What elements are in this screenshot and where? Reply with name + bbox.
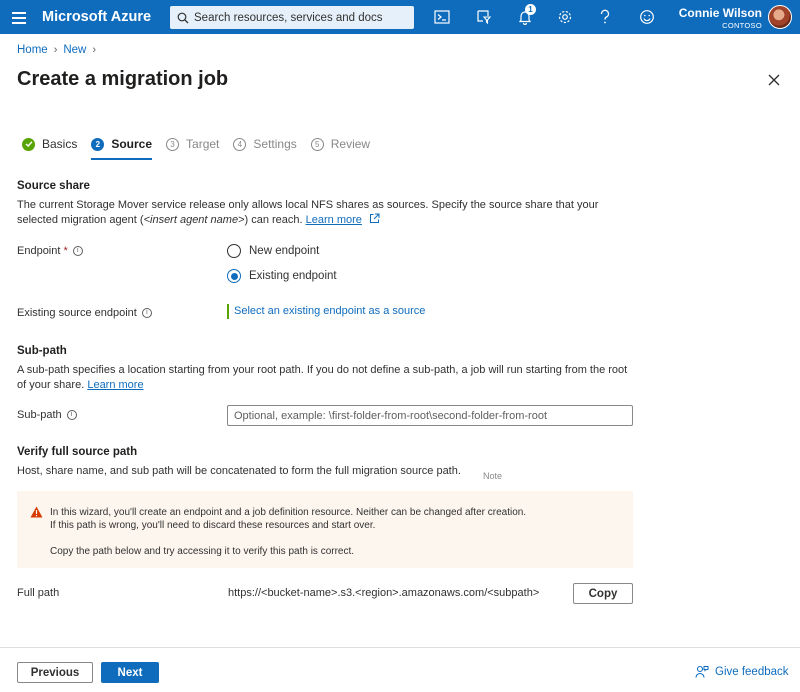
bell-icon[interactable]: 1 (515, 4, 536, 27)
select-existing-endpoint-link[interactable]: Select an existing endpoint as a source (227, 304, 425, 319)
step-number-badge: 4 (233, 137, 247, 151)
endpoint-label: Endpoint * i (17, 245, 83, 257)
tab-source-label: Source (111, 137, 153, 151)
close-icon[interactable] (766, 72, 782, 88)
breadcrumb: Home › New › (17, 44, 96, 56)
required-mark: * (63, 245, 68, 257)
note-label: Note (483, 471, 503, 481)
tab-basics[interactable]: Basics (22, 137, 77, 155)
learn-more-link[interactable]: Learn more (306, 214, 362, 226)
footer-bar: Previous Next Give feedback (0, 647, 800, 692)
full-path-label-text: Full path (17, 587, 60, 599)
full-path-value: https://<bucket-name>.s3.<region>.amazon… (228, 587, 540, 599)
agent-name-placeholder: <insert agent name> (143, 214, 245, 226)
existing-source-endpoint-text: Existing source endpoint (17, 307, 137, 319)
avatar[interactable] (768, 5, 792, 29)
hamburger-menu-icon[interactable] (10, 9, 28, 25)
previous-button[interactable]: Previous (17, 662, 93, 683)
next-button[interactable]: Next (101, 662, 159, 683)
feedback-person-icon (695, 665, 709, 678)
step-number-badge: 3 (166, 137, 180, 151)
warning-line: In this wizard, you'll create an endpoin… (50, 507, 527, 518)
page-title: Create a migration job (17, 68, 229, 90)
tab-settings-label: Settings (253, 137, 297, 151)
notification-count-badge: 1 (525, 4, 536, 15)
help-icon[interactable] (595, 7, 615, 27)
sub-path-heading: Sub-path (17, 345, 67, 357)
tab-target-label: Target (186, 137, 220, 151)
radio-existing-endpoint[interactable]: Existing endpoint (227, 269, 337, 283)
user-account[interactable]: Connie Wilson CONTOSO (679, 6, 762, 30)
brand-title[interactable]: Microsoft Azure (42, 9, 151, 25)
user-name: Connie Wilson (678, 6, 762, 20)
search-placeholder: Search resources, services and docs (194, 11, 383, 24)
give-feedback-label: Give feedback (715, 666, 789, 678)
radio-button[interactable] (227, 244, 241, 258)
top-navigation-bar: Microsoft Azure Search resources, servic… (0, 0, 800, 34)
wizard-steps: Basics 2 Source 3 Target 4 Settings 5 Re… (22, 137, 384, 160)
gear-icon[interactable] (555, 7, 575, 27)
tab-target[interactable]: 3 Target (166, 137, 219, 155)
verify-heading: Verify full source path (17, 446, 138, 458)
tab-review-label: Review (330, 137, 371, 151)
chevron-right-icon: › (53, 44, 58, 56)
sub-path-label: Sub-path i (17, 409, 77, 421)
give-feedback-link[interactable]: Give feedback (695, 665, 789, 679)
tab-basics-label: Basics (42, 137, 78, 151)
copy-button[interactable]: Copy (573, 583, 633, 604)
search-icon (177, 12, 189, 23)
warning-text: In this wizard, you'll create an endpoin… (50, 506, 526, 558)
radio-button-selected[interactable] (227, 269, 241, 283)
radio-existing-endpoint-label: Existing endpoint (249, 270, 337, 282)
source-share-description: The current Storage Mover service releas… (17, 198, 637, 228)
tab-settings[interactable]: 4 Settings (233, 137, 297, 155)
info-icon[interactable]: i (66, 410, 77, 420)
sub-path-learn-more-link[interactable]: Learn more (87, 379, 143, 391)
step-number-badge: 2 (91, 137, 105, 151)
terminal-icon[interactable] (432, 7, 452, 27)
step-number-badge: 5 (310, 137, 324, 151)
chevron-right-icon: › (92, 44, 97, 56)
full-path-label: Full path (17, 587, 59, 599)
warning-line: Copy the path below and try accessing it… (50, 546, 355, 557)
source-share-desc-2: ) can reach. (244, 214, 306, 226)
sub-path-label-text: Sub-path (17, 409, 62, 421)
sub-path-description: A sub-path specifies a location starting… (17, 363, 637, 393)
feedback-smiley-icon[interactable] (637, 7, 657, 27)
breadcrumb-home[interactable]: Home (17, 44, 48, 56)
info-icon[interactable]: i (72, 246, 83, 256)
user-org: CONTOSO (722, 21, 762, 30)
warning-line: If this path is wrong, you'll need to di… (50, 520, 376, 531)
tab-source[interactable]: 2 Source (91, 137, 153, 160)
radio-new-endpoint[interactable]: New endpoint (227, 244, 319, 258)
external-link-icon[interactable] (369, 213, 380, 224)
tab-review[interactable]: 5 Review (310, 137, 371, 155)
endpoint-label-text: Endpoint (17, 245, 61, 257)
verify-description: Host, share name, and sub path will be c… (17, 465, 461, 477)
warning-message-bar: In this wizard, you'll create an endpoin… (17, 491, 633, 568)
warning-icon (30, 506, 43, 518)
source-share-heading: Source share (17, 180, 90, 192)
checkmark-icon (22, 137, 35, 151)
search-box[interactable]: Search resources, services and docs (170, 6, 414, 29)
breadcrumb-new[interactable]: New (63, 44, 86, 56)
sub-path-input[interactable] (227, 405, 633, 426)
info-icon[interactable]: i (141, 308, 152, 318)
radio-new-endpoint-label: New endpoint (249, 245, 320, 257)
existing-source-endpoint-label: Existing source endpoint i (17, 307, 152, 319)
directory-filter-icon[interactable] (474, 7, 494, 27)
